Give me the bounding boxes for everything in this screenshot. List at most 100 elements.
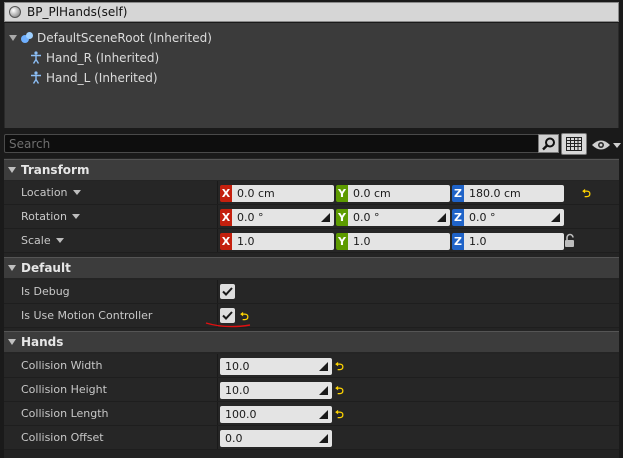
scale-z-field[interactable]: 1.0 <box>464 233 564 250</box>
column-divider[interactable] <box>217 280 218 303</box>
rotation-y-field[interactable]: 0.0 ° <box>348 209 450 226</box>
search-button[interactable] <box>538 134 559 153</box>
column-divider[interactable] <box>217 354 218 377</box>
section-default-header[interactable]: Default <box>4 257 619 278</box>
collision-height-label: Collision Height <box>21 383 107 396</box>
column-divider[interactable] <box>217 181 218 204</box>
field-value: 0.0 <box>225 432 243 445</box>
collapse-arrow-icon[interactable] <box>8 265 16 271</box>
skeletal-mesh-icon <box>29 71 43 85</box>
location-z-field[interactable]: 180.0 cm <box>464 185 564 202</box>
column-divider[interactable] <box>217 402 218 425</box>
prop-row-collision-offset: Collision Offset 0.0 <box>4 426 619 450</box>
reset-to-default-icon[interactable]: ⮌ <box>582 185 591 204</box>
section-title: Default <box>21 261 71 275</box>
dropdown-arrow-icon <box>55 238 64 243</box>
search-input[interactable] <box>9 136 529 151</box>
collision-offset-label: Collision Offset <box>21 431 104 444</box>
field-value: 180.0 cm <box>469 187 521 200</box>
search-box <box>4 134 559 153</box>
prop-label-text: Location <box>21 186 68 199</box>
drag-handle-icon[interactable] <box>319 362 328 371</box>
view-options-button[interactable] <box>591 137 621 153</box>
axis-z-label: Z <box>452 185 464 202</box>
is-use-motion-controller-label: Is Use Motion Controller <box>21 309 152 322</box>
location-y-field[interactable]: 0.0 cm <box>348 185 450 202</box>
tree-item-hand-l[interactable]: Hand_L (Inherited) <box>29 69 158 87</box>
drag-handle-icon[interactable] <box>319 434 328 443</box>
component-header[interactable]: BP_PlHands(self) <box>4 2 619 22</box>
collision-width-field[interactable]: 10.0 <box>220 358 332 375</box>
annotation-underline <box>205 322 251 328</box>
tree-item-label: Hand_L (Inherited) <box>46 71 158 85</box>
axis-x-label: X <box>220 185 232 202</box>
scale-label[interactable]: Scale <box>21 234 64 247</box>
expand-arrow-icon[interactable] <box>9 35 17 41</box>
section-title: Hands <box>21 335 64 349</box>
collapse-arrow-icon[interactable] <box>8 339 16 345</box>
prop-row-collision-width: Collision Width 10.0 ⮌ <box>4 354 619 378</box>
axis-y-label: Y <box>336 209 348 226</box>
scale-x-field[interactable]: 1.0 <box>232 233 334 250</box>
prop-row-is-use-motion-controller: Is Use Motion Controller ⮌ <box>4 304 619 328</box>
drag-handle-icon[interactable] <box>551 213 560 222</box>
prop-row-scale: Scale X 1.0 Y 1.0 Z 1.0 <box>4 229 619 253</box>
column-divider[interactable] <box>217 229 218 252</box>
drag-handle-icon[interactable] <box>319 410 328 419</box>
is-debug-label: Is Debug <box>21 285 70 298</box>
location-x-field[interactable]: 0.0 cm <box>232 185 334 202</box>
component-title: BP_PlHands(self) <box>27 5 128 19</box>
field-value: 0.0 ° <box>237 211 264 224</box>
collision-length-field[interactable]: 100.0 <box>220 406 332 423</box>
prop-row-rotation: Rotation X 0.0 ° Y 0.0 ° Z 0.0 ° <box>4 205 619 229</box>
prop-label-text: Scale <box>21 234 51 247</box>
drag-handle-icon[interactable] <box>437 213 446 222</box>
collision-offset-field[interactable]: 0.0 <box>220 430 332 447</box>
unlock-icon[interactable] <box>564 233 578 249</box>
tree-item-label: DefaultSceneRoot (Inherited) <box>37 31 212 45</box>
eye-icon <box>592 140 610 150</box>
column-divider[interactable] <box>217 426 218 449</box>
prop-label-text: Collision Offset <box>21 431 104 444</box>
rotation-label[interactable]: Rotation <box>21 210 81 223</box>
component-tree: DefaultSceneRoot (Inherited) Hand_R (Inh… <box>4 23 619 128</box>
column-divider[interactable] <box>217 378 218 401</box>
collapse-arrow-icon[interactable] <box>8 167 16 173</box>
column-divider[interactable] <box>217 205 218 228</box>
collision-length-label: Collision Length <box>21 407 109 420</box>
reset-to-default-icon[interactable]: ⮌ <box>335 382 344 401</box>
field-value: 0.0 cm <box>353 187 391 200</box>
axis-y-label: Y <box>336 233 348 250</box>
drag-handle-icon[interactable] <box>319 386 328 395</box>
field-value: 10.0 <box>225 384 250 397</box>
section-transform-header[interactable]: Transform <box>4 159 619 180</box>
prop-label-text: Collision Height <box>21 383 107 396</box>
reset-to-default-icon[interactable]: ⮌ <box>335 358 344 377</box>
property-matrix-button[interactable] <box>561 133 587 155</box>
grid-icon <box>566 137 582 151</box>
reset-to-default-icon[interactable]: ⮌ <box>335 406 344 425</box>
rotation-x-field[interactable]: 0.0 ° <box>232 209 334 226</box>
scale-y-field[interactable]: 1.0 <box>348 233 450 250</box>
field-value: 100.0 <box>225 408 257 421</box>
field-value: 1.0 <box>237 235 255 248</box>
location-label[interactable]: Location <box>21 186 81 199</box>
rotation-z-field[interactable]: 0.0 ° <box>464 209 564 226</box>
tree-item-default-scene-root[interactable]: DefaultSceneRoot (Inherited) <box>9 29 212 47</box>
field-value: 10.0 <box>225 360 250 373</box>
axis-z-label: Z <box>452 233 464 250</box>
field-value: 0.0 ° <box>353 211 380 224</box>
field-value: 1.0 <box>469 235 487 248</box>
sphere-icon <box>9 6 21 18</box>
section-hands-header[interactable]: Hands <box>4 331 619 352</box>
skeletal-mesh-icon <box>29 51 43 65</box>
scene-root-icon <box>20 31 34 45</box>
drag-handle-icon[interactable] <box>321 213 330 222</box>
collision-width-label: Collision Width <box>21 359 103 372</box>
tree-item-hand-r[interactable]: Hand_R (Inherited) <box>29 49 159 67</box>
collision-height-field[interactable]: 10.0 <box>220 382 332 399</box>
axis-z-label: Z <box>452 209 464 226</box>
axis-x-label: X <box>220 209 232 226</box>
field-value: 0.0 cm <box>237 187 275 200</box>
is-debug-checkbox[interactable] <box>220 284 235 299</box>
